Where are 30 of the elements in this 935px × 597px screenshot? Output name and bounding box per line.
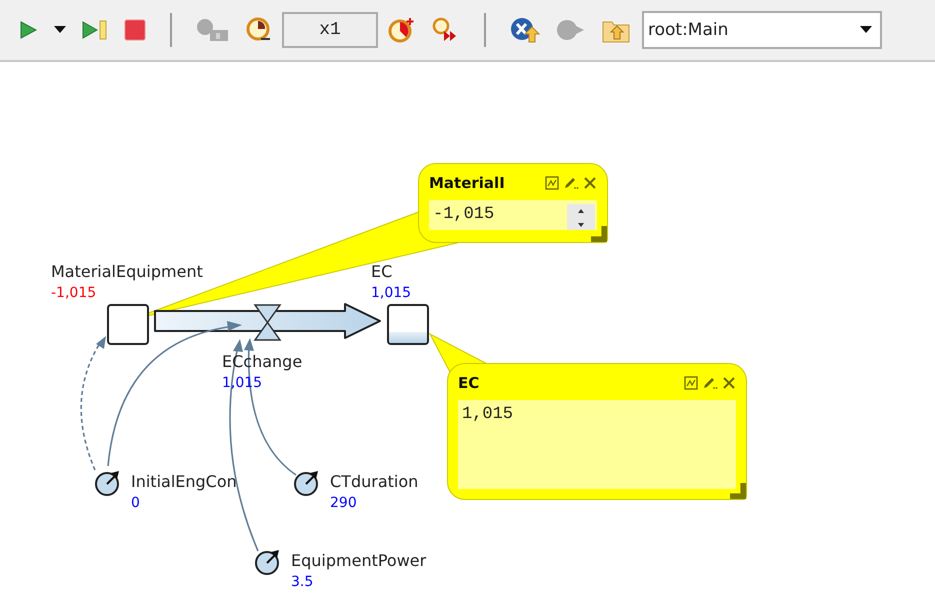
parameter-name: InitialEngCon (131, 472, 237, 492)
chart-icon[interactable] (684, 376, 698, 390)
parameter-value: 0 (131, 495, 140, 512)
parameter-value: 290 (330, 495, 357, 512)
value-field[interactable]: 1,015 (458, 400, 736, 489)
inspect-title: MaterialI (429, 174, 505, 192)
speed-field[interactable]: x1 (282, 12, 378, 48)
spinner-icon[interactable] (567, 204, 595, 230)
parameter-name: CTduration (330, 472, 418, 492)
chart-icon[interactable] (545, 176, 559, 190)
valve-icon[interactable] (254, 304, 282, 341)
parameter-name: EquipmentPower (291, 551, 426, 571)
stock-box[interactable] (107, 304, 149, 345)
stock-value: 1,015 (371, 285, 412, 302)
inspect-title: EC (458, 374, 480, 392)
parameter-icon[interactable] (95, 471, 119, 496)
stock-value: -1,015 (51, 285, 96, 302)
pencil-icon[interactable] (702, 376, 718, 390)
parameter-value: 3.5 (291, 574, 314, 591)
parameter-icon[interactable] (255, 550, 279, 575)
parameter-icon[interactable] (294, 471, 318, 496)
value-field[interactable]: -1,015 (429, 200, 597, 230)
stock-name: MaterialEquipment (51, 262, 203, 282)
dropdown-caret-icon (860, 26, 872, 34)
stock-name: EC (371, 262, 392, 282)
close-icon[interactable] (722, 376, 736, 390)
close-icon[interactable] (583, 176, 597, 190)
stock-box[interactable] (387, 304, 429, 345)
agent-selector[interactable]: root:Main (642, 11, 882, 49)
pencil-icon[interactable] (563, 176, 579, 190)
